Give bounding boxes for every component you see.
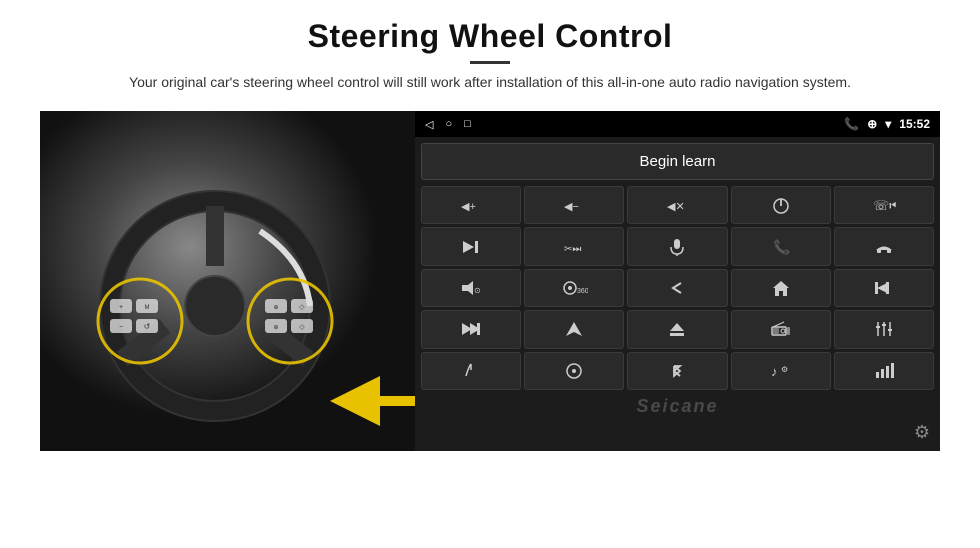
- content-area: + M − ↺ ⊕ ◇ ⊕ ◇: [40, 111, 940, 451]
- recents-icon: □: [464, 118, 471, 130]
- home-nav-btn[interactable]: [731, 269, 831, 307]
- svg-text:☏⏮: ☏⏮: [873, 198, 896, 213]
- signal-btn[interactable]: [834, 352, 934, 390]
- mute-btn[interactable]: ◀✕: [627, 186, 727, 224]
- cam360-btn[interactable]: 360°: [524, 269, 624, 307]
- svg-text:360°: 360°: [577, 287, 588, 295]
- prev-call-btn[interactable]: ☏⏮: [834, 186, 934, 224]
- page-container: Steering Wheel Control Your original car…: [0, 0, 980, 548]
- svg-text:◇: ◇: [299, 324, 305, 331]
- music-btn[interactable]: ♪ ⚙: [731, 352, 831, 390]
- watermark: Seicane: [421, 394, 934, 418]
- statusbar-left: ◁ ○ □: [425, 118, 471, 131]
- svg-text:◇: ◇: [299, 304, 305, 311]
- back-icon: ◁: [425, 118, 433, 131]
- gear-bottom: ⚙: [421, 422, 934, 445]
- clock: 15:52: [899, 117, 930, 131]
- bluetooth-btn[interactable]: [627, 352, 727, 390]
- android-content: Begin learn ◀+ ◀− ◀✕: [415, 137, 940, 451]
- begin-learn-button[interactable]: Begin learn: [421, 143, 934, 180]
- call-btn[interactable]: 📞: [731, 227, 831, 265]
- home-soft-icon: ○: [445, 118, 452, 130]
- svg-text:📞: 📞: [773, 238, 791, 256]
- car-image: + M − ↺ ⊕ ◇ ⊕ ◇: [40, 111, 415, 451]
- gps-icon: ⊕: [867, 117, 877, 131]
- svg-text:⊕: ⊕: [273, 305, 278, 311]
- menu-btn[interactable]: [524, 352, 624, 390]
- statusbar-right: 📞 ⊕ ▾ 15:52: [844, 117, 930, 131]
- seek-fwd-btn[interactable]: ✂⏭: [524, 227, 624, 265]
- android-unit: ◁ ○ □ 📞 ⊕ ▾ 15:52 Begin learn ◀+: [415, 111, 940, 451]
- ffwd-btn[interactable]: [421, 310, 521, 348]
- vol-down-btn[interactable]: ◀−: [524, 186, 624, 224]
- android-statusbar: ◁ ○ □ 📞 ⊕ ▾ 15:52: [415, 111, 940, 137]
- svg-text:−: −: [119, 324, 123, 331]
- svg-text:✂⏭: ✂⏭: [564, 244, 581, 255]
- speaker-btn[interactable]: ⊙: [421, 269, 521, 307]
- subtitle: Your original car's steering wheel contr…: [129, 72, 851, 93]
- icon-grid: ◀+ ◀− ◀✕: [421, 186, 934, 390]
- svg-text:⚙: ⚙: [781, 365, 788, 374]
- phone-icon: 📞: [844, 117, 859, 131]
- svg-text:◀−: ◀−: [564, 201, 579, 213]
- title-section: Steering Wheel Control Your original car…: [129, 18, 851, 105]
- steering-wheel-svg: + M − ↺ ⊕ ◇ ⊕ ◇: [40, 111, 415, 451]
- svg-text:♪: ♪: [771, 364, 778, 379]
- vol-up-btn[interactable]: ◀+: [421, 186, 521, 224]
- radio-btn[interactable]: [731, 310, 831, 348]
- mic-btn[interactable]: [627, 227, 727, 265]
- svg-text:⊙: ⊙: [474, 286, 481, 295]
- nav-btn[interactable]: [524, 310, 624, 348]
- learn-btn[interactable]: [421, 352, 521, 390]
- equalizer-btn[interactable]: [834, 310, 934, 348]
- power-btn[interactable]: [731, 186, 831, 224]
- wifi-icon: ▾: [885, 117, 891, 131]
- svg-text:◀+: ◀+: [461, 201, 476, 213]
- rewind-btn[interactable]: [834, 269, 934, 307]
- next-track-btn[interactable]: [421, 227, 521, 265]
- svg-text:+: +: [119, 304, 123, 311]
- page-title: Steering Wheel Control: [129, 18, 851, 55]
- eject-btn[interactable]: [627, 310, 727, 348]
- back-nav-btn[interactable]: [627, 269, 727, 307]
- svg-text:M: M: [145, 305, 150, 311]
- title-divider: [470, 61, 510, 64]
- svg-text:↺: ↺: [144, 322, 151, 331]
- svg-text:⊕: ⊕: [273, 325, 278, 331]
- hangup-btn[interactable]: [834, 227, 934, 265]
- svg-text:◀✕: ◀✕: [667, 201, 685, 213]
- settings-icon[interactable]: ⚙: [914, 422, 930, 443]
